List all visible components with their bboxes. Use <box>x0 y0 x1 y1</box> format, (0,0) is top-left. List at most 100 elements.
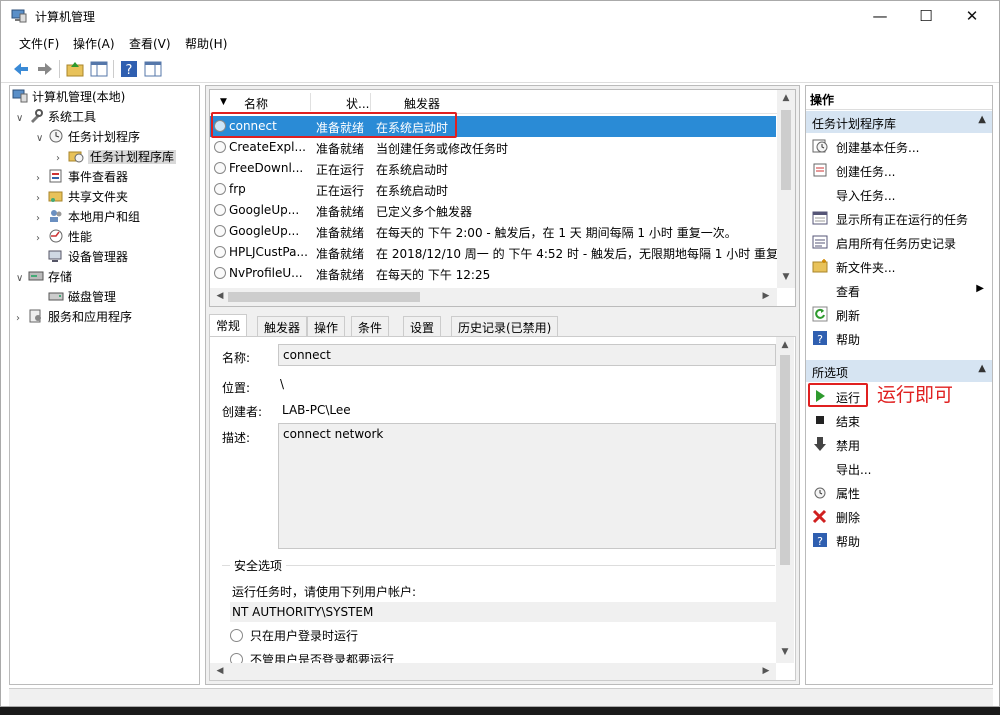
column-divider[interactable] <box>370 93 371 111</box>
action-help-selected[interactable]: ? 帮助 <box>806 528 992 552</box>
action-help[interactable]: ? 帮助 <box>806 326 992 350</box>
scroll-up-icon[interactable]: ▲ <box>777 340 793 350</box>
action-create-task[interactable]: 创建任务... <box>806 158 992 182</box>
show-hide-action-pane-icon[interactable] <box>143 59 163 79</box>
action-create-basic-task[interactable]: 创建基本任务... <box>806 134 992 158</box>
scroll-left-icon[interactable]: ◀ <box>212 291 228 301</box>
tree-item-computer-management[interactable]: 计算机管理(本地) <box>12 88 125 108</box>
details-vscrollbar[interactable]: ▲ ▼ <box>776 337 794 663</box>
action-delete[interactable]: 删除 <box>806 504 992 528</box>
section-title: 所选项 <box>812 366 849 380</box>
action-label: 导入任务... <box>836 189 896 203</box>
name-label: 名称: <box>222 351 251 365</box>
scroll-down-icon[interactable]: ▼ <box>777 647 793 657</box>
tree-item-task-scheduler-library[interactable]: › 任务计划程序库 <box>56 148 177 168</box>
show-hide-tree-icon[interactable] <box>89 59 109 79</box>
chevron-down-icon[interactable]: ∨ <box>16 113 28 124</box>
tab-history[interactable]: 历史记录(已禁用) <box>451 316 559 336</box>
action-enable-history[interactable]: 启用所有任务历史记录 <box>806 230 992 254</box>
tree-item-shared-folders[interactable]: › 共享文件夹 <box>36 188 128 208</box>
name-field[interactable]: connect <box>278 344 776 366</box>
back-arrow-icon[interactable] <box>11 59 31 79</box>
menu-help[interactable]: 帮助(H) <box>185 35 227 52</box>
actions-section-library[interactable]: 任务计划程序库 ▲ <box>806 111 992 133</box>
up-folder-icon[interactable] <box>65 59 85 79</box>
minimize-button[interactable]: — <box>857 1 903 31</box>
tree-item-local-users-groups[interactable]: › 本地用户和组 <box>36 208 140 228</box>
menu-view[interactable]: 查看(V) <box>129 35 171 52</box>
menu-file[interactable]: 文件(F) <box>19 35 59 52</box>
sort-arrow-icon[interactable]: ▼ <box>220 97 227 107</box>
task-row[interactable]: GoogleUp... 准备就绪 在每天的 下午 2:00 - 触发后，在 1 … <box>210 221 776 242</box>
task-row[interactable]: CreateExpl... 准备就绪 当创建任务或修改任务时 <box>210 137 776 158</box>
tab-conditions[interactable]: 条件 <box>351 316 390 336</box>
scrollbar-thumb[interactable] <box>228 292 420 302</box>
chevron-right-icon[interactable]: › <box>36 213 48 224</box>
task-clock-icon <box>214 267 226 279</box>
tree-item-task-scheduler[interactable]: ∨ 任务计划程序 <box>36 128 140 148</box>
security-divider <box>222 565 775 566</box>
history-icon <box>812 235 828 249</box>
action-import-task[interactable]: 导入任务... <box>806 182 992 206</box>
chevron-down-icon[interactable]: ∨ <box>16 273 28 284</box>
tree-item-storage[interactable]: ∨ 存储 <box>16 268 72 288</box>
action-properties[interactable]: 属性 <box>806 480 992 504</box>
action-refresh[interactable]: 刷新 <box>806 302 992 326</box>
tree-item-disk-management[interactable]: 磁盘管理 <box>48 288 116 308</box>
chevron-right-icon[interactable]: › <box>56 153 68 164</box>
scroll-right-icon[interactable]: ▶ <box>758 291 774 301</box>
tree-item-event-viewer[interactable]: › 事件查看器 <box>36 168 128 188</box>
task-name: CreateExpl... <box>229 140 306 154</box>
chevron-down-icon[interactable]: ∨ <box>36 133 48 144</box>
menu-action[interactable]: 操作(A) <box>73 35 115 52</box>
column-header-trigger[interactable]: 触发器 <box>404 95 440 112</box>
maximize-button[interactable]: ☐ <box>903 1 949 31</box>
chevron-right-icon[interactable]: › <box>36 193 48 204</box>
task-row[interactable]: GoogleUp... 准备就绪 已定义多个触发器 <box>210 200 776 221</box>
task-row[interactable]: NvProfileU... 准备就绪 在每天的 下午 12:25 <box>210 263 776 284</box>
chevron-right-icon[interactable]: › <box>16 313 28 324</box>
action-end[interactable]: 结束 <box>806 408 992 432</box>
task-trigger: 在系统启动时 <box>376 184 449 198</box>
task-list-hscrollbar[interactable]: ◀ ▶ <box>210 288 777 306</box>
location-value: \ <box>280 377 285 391</box>
tree-item-performance[interactable]: › 性能 <box>36 228 92 248</box>
action-view[interactable]: 查看 ▶ <box>806 278 992 302</box>
collapse-icon[interactable]: ▲ <box>978 114 986 125</box>
scroll-left-icon[interactable]: ◀ <box>212 666 228 676</box>
action-show-running-tasks[interactable]: 显示所有正在运行的任务 <box>806 206 992 230</box>
radio-run-only-logged-on[interactable] <box>230 629 243 642</box>
details-hscrollbar[interactable]: ◀ ▶ <box>210 663 776 680</box>
action-export[interactable]: 导出... <box>806 456 992 480</box>
collapse-icon[interactable]: ▲ <box>978 363 986 374</box>
close-button[interactable]: ✕ <box>949 1 995 31</box>
tab-actions[interactable]: 操作 <box>307 316 346 336</box>
scroll-down-icon[interactable]: ▼ <box>778 272 794 282</box>
tree-item-services-applications[interactable]: › 服务和应用程序 <box>16 308 132 328</box>
tree-item-device-manager[interactable]: 设备管理器 <box>48 248 128 268</box>
scrollbar-thumb[interactable] <box>780 355 790 565</box>
task-row[interactable]: frp 正在运行 在系统启动时 <box>210 179 776 200</box>
task-row[interactable]: FreeDownl... 正在运行 在系统启动时 <box>210 158 776 179</box>
scrollbar-thumb[interactable] <box>781 110 791 190</box>
action-new-folder[interactable]: 新文件夹... <box>806 254 992 278</box>
chevron-right-icon[interactable]: › <box>36 173 48 184</box>
scroll-right-icon[interactable]: ▶ <box>758 666 774 676</box>
column-header-name[interactable]: 名称 <box>244 95 268 112</box>
action-disable[interactable]: 禁用 <box>806 432 992 456</box>
scroll-up-icon[interactable]: ▲ <box>778 93 794 103</box>
task-list-vscrollbar[interactable]: ▲ ▼ <box>777 90 795 288</box>
column-header-status[interactable]: 状... <box>346 95 369 112</box>
forward-arrow-icon[interactable] <box>35 59 55 79</box>
task-row[interactable]: HPLJCustPa... 准备就绪 在 2018/12/10 周一 的 下午 … <box>210 242 790 263</box>
task-clock-icon <box>214 141 226 153</box>
tab-triggers[interactable]: 触发器 <box>257 316 308 336</box>
tree-item-system-tools[interactable]: ∨ 系统工具 <box>16 108 96 128</box>
column-divider[interactable] <box>310 93 311 111</box>
tab-settings[interactable]: 设置 <box>403 316 442 336</box>
tab-general[interactable]: 常规 <box>209 314 248 336</box>
help-icon[interactable]: ? <box>119 59 139 79</box>
chevron-right-icon[interactable]: › <box>36 233 48 244</box>
actions-section-selected[interactable]: 所选项 ▲ <box>806 360 992 382</box>
description-field[interactable]: connect network <box>278 423 776 549</box>
